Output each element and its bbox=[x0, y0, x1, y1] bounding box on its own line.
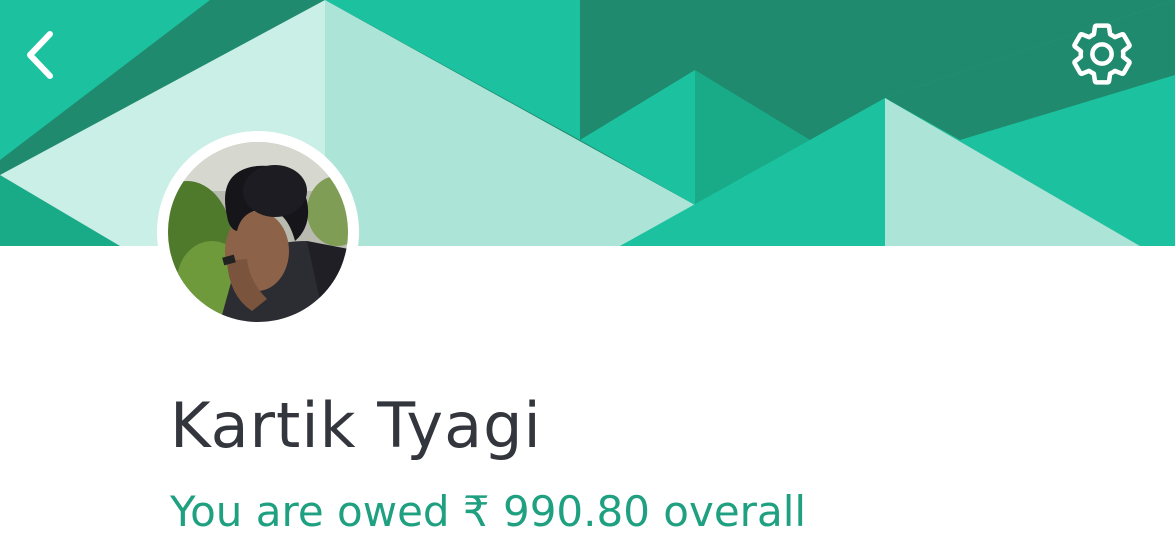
avatar[interactable] bbox=[157, 131, 359, 333]
gear-icon bbox=[1072, 23, 1132, 85]
profile-name: Kartik Tyagi bbox=[170, 389, 542, 462]
settings-button[interactable] bbox=[1068, 20, 1136, 88]
balance-summary: You are owed ₹ 990.80 overall bbox=[170, 487, 807, 536]
back-button[interactable] bbox=[14, 24, 70, 84]
profile-photo bbox=[157, 131, 359, 333]
chevron-left-icon bbox=[27, 31, 53, 79]
profile-screen: Kartik Tyagi You are owed ₹ 990.80 overa… bbox=[0, 0, 1175, 556]
